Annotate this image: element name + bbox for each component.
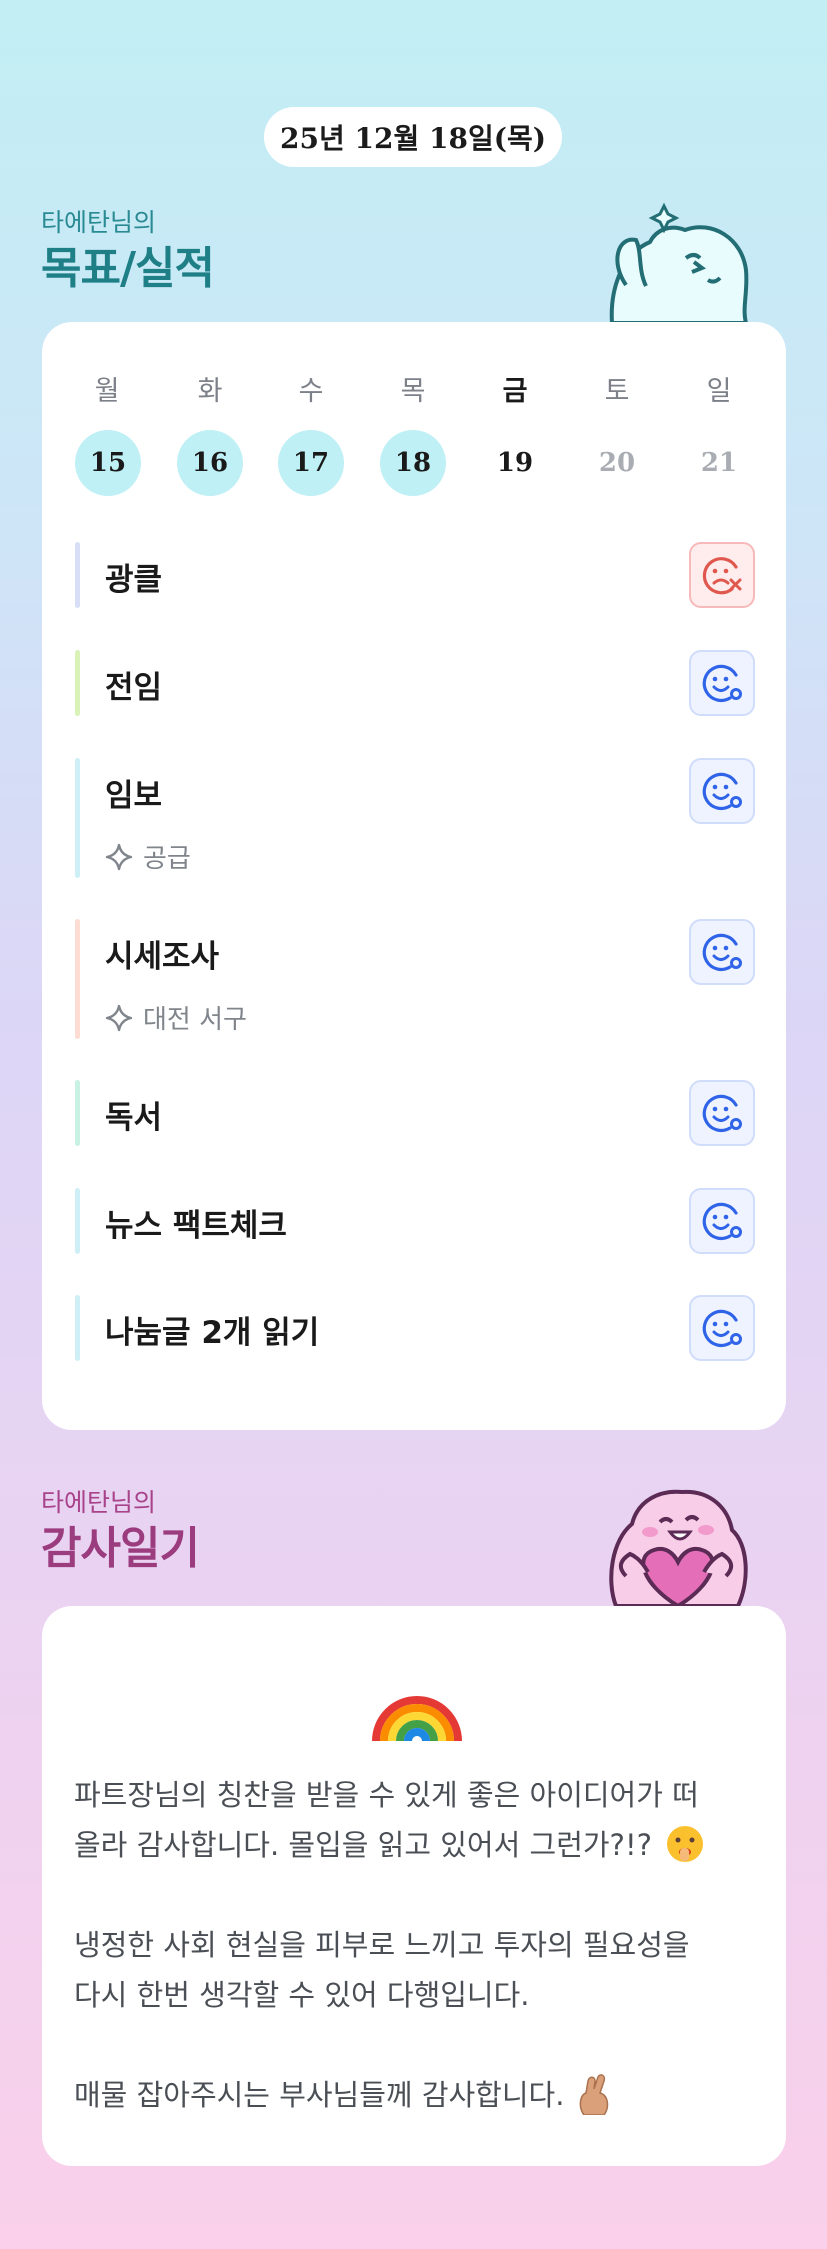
- goal-row[interactable]: 임보 공급: [75, 758, 755, 878]
- goal-color-bar: [75, 1080, 80, 1146]
- goal-row[interactable]: 독서: [75, 1080, 755, 1146]
- day-16[interactable]: 16: [177, 430, 243, 496]
- goal-color-bar: [75, 1188, 80, 1254]
- date-pill[interactable]: 25년 12월 18일(목): [264, 107, 562, 167]
- goal-status-ok[interactable]: [689, 650, 755, 716]
- goal-status-ok[interactable]: [689, 758, 755, 824]
- sparkle-icon: [105, 1004, 133, 1031]
- journal-line-text: 매물 잡아주시는 부사님들께 감사합니다.: [74, 2078, 565, 2112]
- goal-subtitle: 공급: [105, 838, 191, 875]
- sparkle-icon: [105, 843, 133, 870]
- smile-face-icon: [702, 1094, 742, 1133]
- journal-line: 매물 잡아주시는 부사님들께 감사합니다.: [74, 2070, 754, 2120]
- ghost-mascot-icon: [609, 202, 749, 325]
- shushing-face-icon: [667, 1826, 704, 1862]
- rainbow-icon: [372, 1696, 462, 1741]
- goal-color-bar: [75, 758, 80, 878]
- weekday-label: 일: [706, 376, 732, 407]
- journal-line-text: 올라 감사합니다. 몰입을 읽고 있어서 그런가?!?: [74, 1828, 652, 1862]
- goal-color-bar: [75, 542, 80, 608]
- smile-face-icon: [702, 664, 742, 703]
- journal-entry: 파트장님의 칭찬을 받을 수 있게 좋은 아이디어가 떠 올라 감사합니다. 몰…: [74, 1770, 754, 2120]
- goal-title: 광클: [105, 562, 163, 598]
- goal-title: 나눔글 2개 읽기: [105, 1315, 320, 1351]
- goal-subtitle-text: 공급: [143, 844, 191, 874]
- journal-spacer: [74, 2020, 754, 2070]
- journal-line: 다시 한번 생각할 수 있어 다행입니다.: [74, 1978, 530, 2012]
- day-15[interactable]: 15: [75, 430, 141, 496]
- goal-row[interactable]: 시세조사 대전 서구: [75, 919, 755, 1039]
- smile-face-icon: [702, 772, 742, 811]
- goal-title: 시세조사: [105, 939, 220, 975]
- goals-title: 목표/실적: [41, 243, 215, 294]
- smile-face-icon: [702, 1309, 742, 1348]
- weekday-label: 금: [502, 376, 528, 407]
- goal-color-bar: [75, 919, 80, 1039]
- smile-face-icon: [702, 933, 742, 972]
- heart-mascot-icon: [609, 1489, 748, 1606]
- goal-title: 독서: [105, 1100, 163, 1136]
- crossed-fingers-icon: [579, 2074, 608, 2116]
- goal-status-ok[interactable]: [689, 1188, 755, 1254]
- journal-spacer: [74, 1870, 754, 1920]
- day-20[interactable]: 20: [584, 430, 650, 496]
- weekday-label: 화: [197, 376, 223, 407]
- weekday-label: 수: [298, 376, 324, 407]
- goal-title: 뉴스 팩트체크: [105, 1208, 287, 1244]
- goal-color-bar: [75, 650, 80, 716]
- goal-title: 전임: [105, 670, 163, 706]
- goal-row[interactable]: 나눔글 2개 읽기: [75, 1295, 755, 1361]
- goal-subtitle-text: 대전 서구: [143, 1005, 247, 1035]
- goal-row[interactable]: 뉴스 팩트체크: [75, 1188, 755, 1254]
- goal-status-ok[interactable]: [689, 919, 755, 985]
- goal-row[interactable]: 광클: [75, 542, 755, 608]
- day-18[interactable]: 18: [380, 430, 446, 496]
- goal-subtitle: 대전 서구: [105, 999, 247, 1036]
- day-21[interactable]: 21: [686, 430, 752, 496]
- goal-status-ok[interactable]: [689, 1080, 755, 1146]
- day-17[interactable]: 17: [278, 430, 344, 496]
- goal-row[interactable]: 전임: [75, 650, 755, 716]
- weekday-label: 목: [400, 376, 426, 407]
- journal-line: 파트장님의 칭찬을 받을 수 있게 좋은 아이디어가 떠: [74, 1778, 699, 1812]
- weekday-label: 월: [94, 376, 120, 407]
- goal-status-fail[interactable]: [689, 542, 755, 608]
- goal-status-ok[interactable]: [689, 1295, 755, 1361]
- goal-color-bar: [75, 1295, 80, 1361]
- journal-title: 감사일기: [41, 1523, 200, 1574]
- date-label: 25년 12월 18일(목): [280, 122, 546, 155]
- goal-title: 임보: [105, 778, 163, 814]
- day-19[interactable]: 19: [482, 430, 548, 496]
- smile-face-icon: [702, 1202, 742, 1241]
- journal-line: 올라 감사합니다. 몰입을 읽고 있어서 그런가?!?: [74, 1820, 754, 1870]
- sad-face-icon: [702, 557, 742, 595]
- weekday-label: 토: [604, 376, 630, 407]
- journal-line: 냉정한 사회 현실을 피부로 느끼고 투자의 필요성을: [74, 1928, 690, 1962]
- goals-card: 월 화 수 목 금 토 일 15 16 17 18 19 20 21 광클 전임: [42, 322, 786, 1430]
